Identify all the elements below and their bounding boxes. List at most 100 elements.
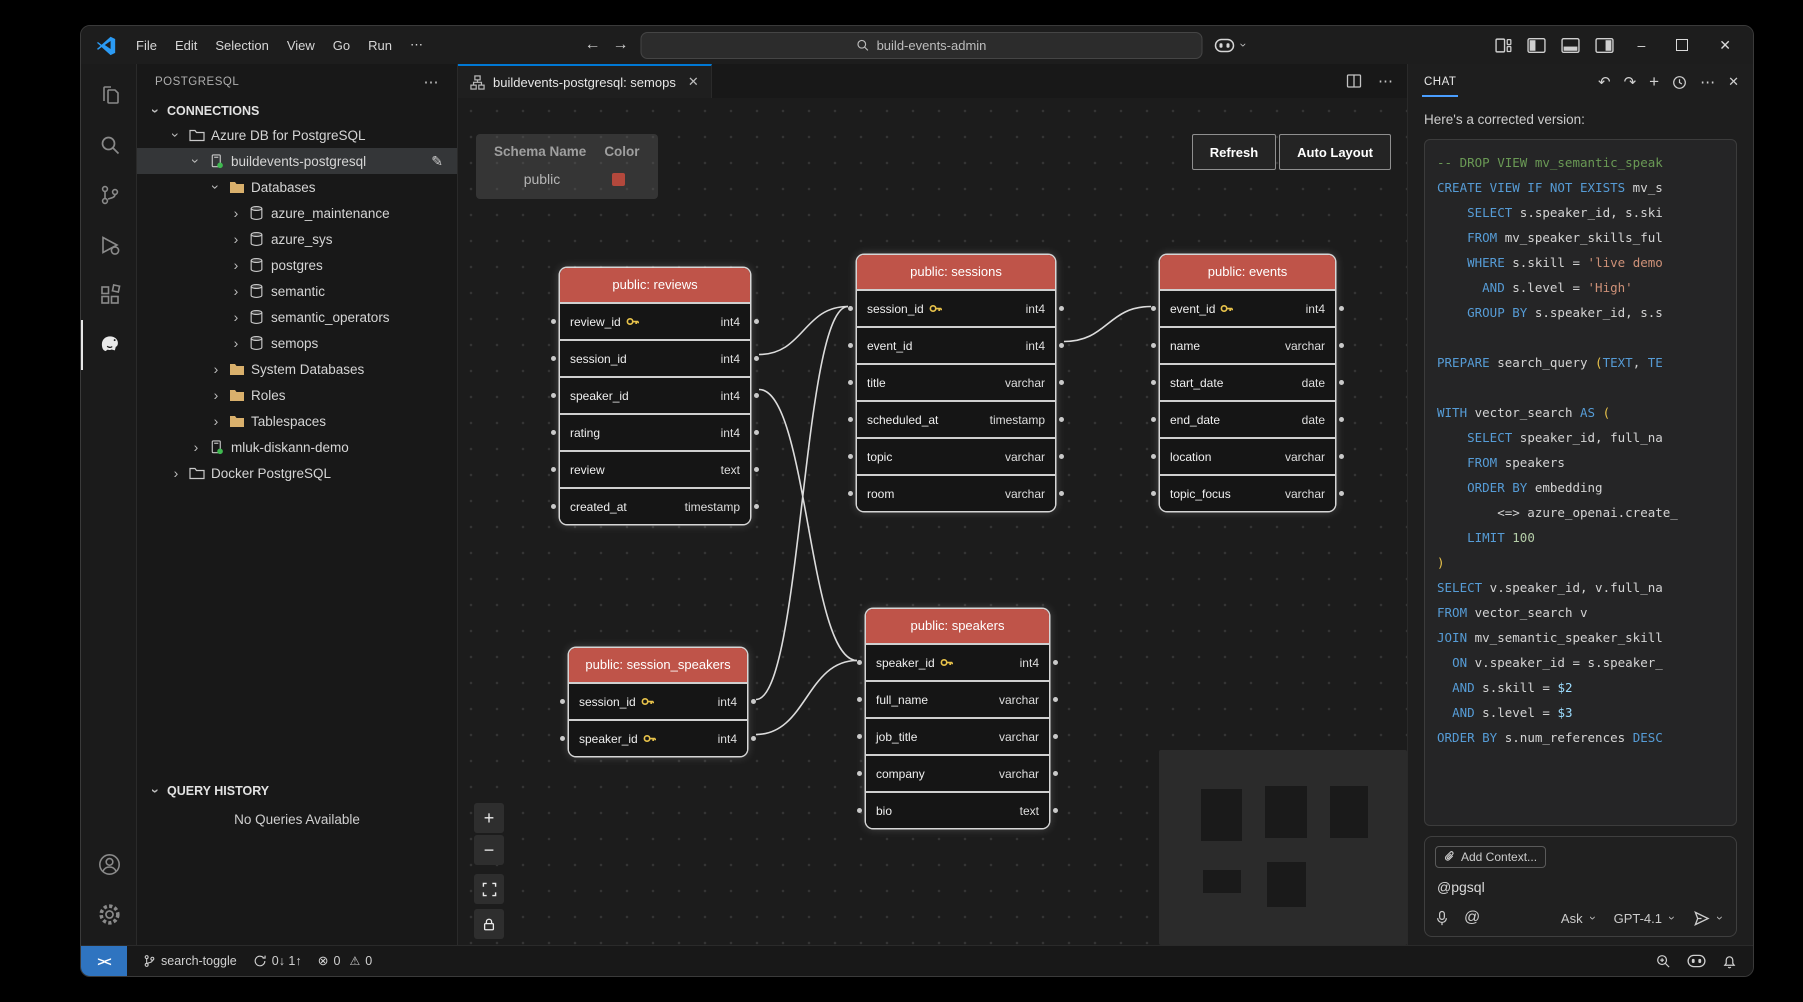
undo-icon[interactable]: ↶	[1598, 73, 1611, 91]
toggle-sidebar-icon[interactable]	[1527, 37, 1546, 54]
redo-icon[interactable]: ↷	[1624, 73, 1637, 91]
screencast-zoom-icon[interactable]	[1656, 954, 1671, 969]
new-chat-icon[interactable]: +	[1649, 72, 1659, 92]
query-history-header[interactable]: › QUERY HISTORY	[137, 780, 457, 802]
sidebar-item-semantic[interactable]: ›semantic	[137, 278, 457, 304]
menu-run[interactable]: Run	[359, 34, 401, 57]
back-arrow-icon[interactable]: ←	[585, 36, 601, 54]
forward-arrow-icon[interactable]: →	[613, 36, 629, 54]
column-type: int4	[721, 352, 740, 366]
toggle-secondary-sidebar-icon[interactable]	[1595, 37, 1614, 54]
sidebar-item-semops[interactable]: ›semops	[137, 330, 457, 356]
chat-more-icon[interactable]: ⋯	[1700, 73, 1715, 91]
source-control-icon[interactable]	[81, 170, 136, 220]
settings-gear-icon[interactable]	[81, 889, 136, 939]
title-center: ← → build-events-admin ›	[585, 32, 1250, 59]
auto-layout-button[interactable]: Auto Layout	[1279, 134, 1391, 170]
table-column-row: companyvarchar	[866, 754, 1049, 791]
sidebar-item-mluk-diskann-demo[interactable]: ›mluk-diskann-demo	[137, 434, 457, 460]
sidebar-item-roles[interactable]: ›Roles	[137, 382, 457, 408]
table-sessions[interactable]: public: sessionssession_idint4event_idin…	[857, 255, 1055, 511]
column-type: text	[1020, 804, 1039, 818]
code-line: FROM speakers	[1437, 450, 1724, 475]
command-center-search[interactable]: build-events-admin	[641, 32, 1203, 59]
chevron-down-icon: ›	[1665, 912, 1679, 924]
sidebar-item-databases[interactable]: ›Databases	[137, 174, 457, 200]
table-speakers[interactable]: public: speakersspeaker_idint4full_namev…	[866, 609, 1049, 828]
search-sidebar-icon[interactable]	[81, 120, 136, 170]
query-history-section: › QUERY HISTORY No Queries Available	[137, 780, 457, 945]
menu-selection[interactable]: Selection	[206, 34, 277, 57]
sidebar-item-semantic-operators[interactable]: ›semantic_operators	[137, 304, 457, 330]
chat-close-icon[interactable]: ✕	[1728, 74, 1739, 90]
copilot-status-icon[interactable]	[1687, 954, 1706, 968]
table-column-row: session_idint4	[569, 682, 747, 719]
edit-connection-icon[interactable]: ✎	[431, 153, 443, 170]
table-column-row: namevarchar	[1160, 326, 1335, 363]
code-line: SELECT s.speaker_id, s.ski	[1437, 200, 1724, 225]
remote-indicator[interactable]: ><	[81, 946, 127, 976]
menu-go[interactable]: Go	[324, 34, 359, 57]
chat-tab[interactable]: CHAT	[1422, 67, 1458, 97]
editor-more-actions[interactable]: ⋯	[1378, 72, 1393, 90]
menu-view[interactable]: View	[278, 34, 324, 57]
extensions-icon[interactable]	[81, 270, 136, 320]
table-column-row: speaker_idint4	[560, 376, 750, 413]
run-debug-icon[interactable]	[81, 220, 136, 270]
zoom-in-button[interactable]: +	[474, 803, 504, 833]
sidebar-item-system-databases[interactable]: ›System Databases	[137, 356, 457, 382]
table-reviews[interactable]: public: reviewsreview_idint4session_idin…	[560, 268, 750, 524]
model-picker-dropdown[interactable]: GPT-4.1 ›	[1614, 911, 1678, 926]
mention-icon[interactable]: @	[1464, 909, 1480, 927]
toggle-panel-icon[interactable]	[1561, 37, 1580, 54]
sidebar-title-row: POSTGRESQL ⋯	[137, 64, 457, 100]
menu-overflow[interactable]: ⋯	[401, 33, 432, 57]
close-window-button[interactable]: ✕	[1711, 37, 1739, 54]
chat-mode-dropdown[interactable]: Ask ›	[1561, 911, 1599, 926]
branch-status[interactable]: search-toggle	[135, 954, 245, 968]
chat-message-text[interactable]: @pgsql	[1437, 879, 1724, 895]
chat-history-icon[interactable]	[1672, 75, 1687, 90]
database-icon	[248, 205, 265, 222]
tree-item-label: Docker PostgreSQL	[211, 466, 331, 481]
sidebar-item-tablespaces[interactable]: ›Tablespaces	[137, 408, 457, 434]
account-icon[interactable]	[81, 839, 136, 889]
schema-designer-canvas[interactable]: Schema Name Color public Refresh Auto La…	[458, 98, 1407, 945]
sidebar-item-azure-db-for-postgresql[interactable]: ›Azure DB for PostgreSQL	[137, 122, 457, 148]
explorer-icon[interactable]	[81, 70, 136, 120]
menu-file[interactable]: File	[127, 34, 166, 57]
sidebar-more-actions[interactable]: ⋯	[424, 73, 440, 91]
fit-view-button[interactable]	[474, 874, 504, 904]
sync-status[interactable]: 0↓ 1↑	[245, 954, 310, 968]
send-button[interactable]: ›	[1693, 910, 1726, 927]
copilot-icon	[1215, 38, 1235, 53]
add-context-chip[interactable]: Add Context...	[1435, 846, 1546, 868]
sidebar-item-azure-maintenance[interactable]: ›azure_maintenance	[137, 200, 457, 226]
lock-button[interactable]	[474, 909, 504, 939]
notifications-bell-icon[interactable]	[1722, 954, 1737, 969]
minimize-button[interactable]: –	[1629, 37, 1653, 53]
sidebar-item-docker-postgresql[interactable]: ›Docker PostgreSQL	[137, 460, 457, 486]
postgresql-extension-icon[interactable]	[81, 320, 136, 370]
tab-close-icon[interactable]: ✕	[688, 74, 699, 90]
chat-input-box[interactable]: Add Context... @pgsql @ Ask › GPT-4.1	[1424, 836, 1737, 938]
copilot-menu[interactable]: ›	[1215, 38, 1250, 53]
table-events[interactable]: public: eventsevent_idint4namevarcharsta…	[1160, 255, 1335, 511]
zoom-out-button[interactable]: −	[474, 835, 504, 865]
customize-layout-icon[interactable]	[1495, 37, 1512, 54]
connections-section-header[interactable]: › CONNECTIONS	[137, 100, 457, 122]
column-type: varchar	[1005, 450, 1045, 464]
sidebar-item-postgres[interactable]: ›postgres	[137, 252, 457, 278]
sidebar-item-azure-sys[interactable]: ›azure_sys	[137, 226, 457, 252]
menu-edit[interactable]: Edit	[166, 34, 206, 57]
problems-status[interactable]: ⊗ 0 ⚠ 0	[310, 953, 381, 969]
refresh-button[interactable]: Refresh	[1192, 134, 1276, 170]
mic-icon[interactable]	[1435, 910, 1449, 927]
diagram-minimap[interactable]	[1159, 750, 1407, 945]
maximize-button[interactable]	[1676, 39, 1688, 51]
tab-schema-visualizer[interactable]: buildevents-postgresql: semops ✕	[458, 64, 712, 98]
sidebar-item-buildevents-postgresql[interactable]: ›buildevents-postgresql✎	[137, 148, 457, 174]
server-icon	[208, 153, 225, 170]
table-session_speakers[interactable]: public: session_speakerssession_idint4sp…	[569, 648, 747, 756]
split-editor-icon[interactable]	[1346, 73, 1362, 89]
